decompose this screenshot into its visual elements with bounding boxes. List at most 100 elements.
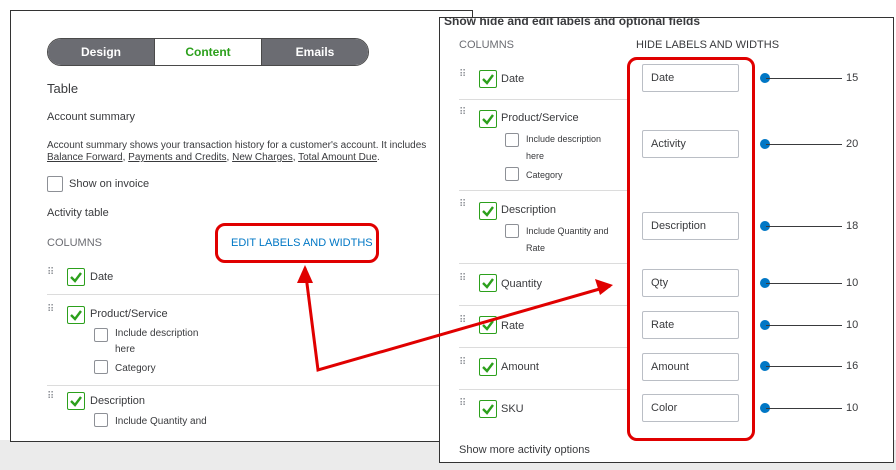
category-checkbox[interactable] [505,167,519,181]
checkmark-icon [70,396,82,407]
slider-track [766,366,842,367]
link-payments-credits[interactable]: Payments and Credits [128,152,226,163]
checkmark-icon [70,310,82,321]
divider [459,190,629,191]
include-description-label-line2: here [115,344,136,355]
link-balance-forward[interactable]: Balance Forward [47,152,123,163]
description-label: Description [90,395,146,407]
description-width-slider[interactable] [760,221,842,231]
drag-handle-icon[interactable]: ⠿ [459,316,469,326]
include-description-checkbox[interactable] [505,133,519,147]
sku-checkbox[interactable] [479,400,497,418]
sku-width-value: 10 [846,402,859,414]
drag-handle-icon[interactable]: ⠿ [459,70,469,80]
description-checkbox[interactable] [67,392,85,410]
quantity-width-slider[interactable] [760,278,842,288]
description-width-value: 18 [846,220,859,232]
tab-bar: Design Content Emails [47,38,369,66]
quantity-checkbox[interactable] [479,274,497,292]
tab-content[interactable]: Content [154,39,262,65]
include-quantity-label: Include Quantity and [526,226,609,236]
include-quantity-label-line2: Rate [526,243,546,253]
product-service-label: Product/Service [90,308,168,320]
checkmark-icon [482,320,494,331]
drag-handle-icon[interactable]: ⠿ [47,392,57,402]
drag-handle-icon[interactable]: ⠿ [47,305,57,315]
checkmark-icon [482,206,494,217]
slider-track [766,325,842,326]
include-quantity-label: Include Quantity and [115,416,207,427]
checkmark-icon [482,74,494,85]
rate-width-slider[interactable] [760,320,842,330]
highlight-edit-link-box [215,223,379,263]
amount-checkbox[interactable] [479,358,497,376]
drag-handle-icon[interactable]: ⠿ [459,274,469,284]
account-summary-description: Account summary shows your transaction h… [47,140,427,151]
divider [459,389,629,390]
date-checkbox[interactable] [479,70,497,88]
divider [459,99,629,100]
highlight-label-inputs-box [627,57,755,441]
include-description-label: Include description [526,134,602,144]
hide-labels-widths-link[interactable]: HIDE LABELS AND WIDTHS [636,39,779,51]
checkmark-icon [482,362,494,373]
date-checkbox[interactable] [67,268,85,286]
account-summary-heading[interactable]: Account summary [47,111,135,123]
product-service-checkbox[interactable] [479,110,497,128]
columns-label: COLUMNS [47,237,103,249]
panel-heading-cut: Show hide and edit labels and optional f… [444,18,701,28]
date-column-name: Date [501,73,525,85]
include-quantity-checkbox[interactable] [505,224,519,238]
quantity-column-name: Quantity [501,278,542,290]
checkmark-icon [482,404,494,415]
product-service-column-name: Product/Service [501,112,579,124]
slider-track [766,144,842,145]
tab-emails[interactable]: Emails [262,39,368,65]
include-quantity-checkbox[interactable] [94,413,108,427]
slider-track [766,283,842,284]
divider [47,294,472,295]
include-description-label-line2: here [526,151,545,161]
category-label: Category [526,170,563,180]
date-width-slider[interactable] [760,73,842,83]
include-description-checkbox[interactable] [94,328,108,342]
rate-checkbox[interactable] [479,316,497,334]
include-description-label: Include description [115,328,199,339]
date-width-value: 15 [846,72,859,84]
product-service-checkbox[interactable] [67,306,85,324]
show-more-activity-options-link[interactable]: Show more activity options [459,444,590,456]
sku-width-slider[interactable] [760,403,842,413]
checkmark-icon [482,278,494,289]
quantity-width-value: 10 [846,277,859,289]
link-new-charges[interactable]: New Charges [232,152,293,163]
amount-width-slider[interactable] [760,361,842,371]
sku-column-name: SKU [501,403,524,415]
divider [459,305,629,306]
category-checkbox[interactable] [94,360,108,374]
divider [459,263,629,264]
show-on-invoice-checkbox[interactable] [47,176,63,192]
drag-handle-icon[interactable]: ⠿ [459,399,469,409]
slider-track [766,408,842,409]
description-column-name: Description [501,204,557,216]
table-heading: Table [47,81,79,96]
drag-handle-icon[interactable]: ⠿ [459,200,469,210]
columns-label: COLUMNS [459,39,515,51]
slider-track [766,78,842,79]
checkmark-icon [482,114,494,125]
product-service-width-slider[interactable] [760,139,842,149]
drag-handle-icon[interactable]: ⠿ [459,358,469,368]
category-label: Category [115,363,156,374]
drag-handle-icon[interactable]: ⠿ [47,268,57,278]
rate-width-value: 10 [846,319,859,331]
show-on-invoice-label: Show on invoice [69,178,150,190]
description-checkbox[interactable] [479,202,497,220]
link-total-amount-due[interactable]: Total Amount Due [298,152,377,163]
date-column-label: Date [90,271,114,283]
tab-design[interactable]: Design [48,39,154,65]
slider-track [766,226,842,227]
drag-handle-icon[interactable]: ⠿ [459,108,469,118]
divider [47,385,472,386]
rate-column-name: Rate [501,320,525,332]
product-service-width-value: 20 [846,138,859,150]
